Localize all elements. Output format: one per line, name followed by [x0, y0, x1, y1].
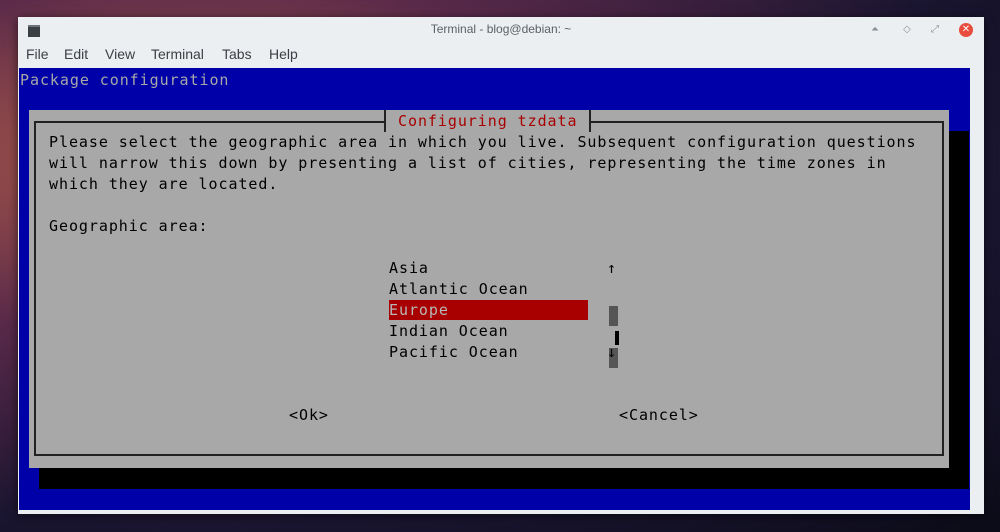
minimize-icon[interactable]: ⏶: [868, 23, 882, 37]
cancel-button[interactable]: <Cancel>: [619, 405, 699, 425]
close-icon[interactable]: ✕: [959, 23, 973, 37]
option-indian-ocean[interactable]: Indian Ocean: [389, 321, 509, 341]
description-line-3: which they are located.: [49, 175, 279, 193]
maximize-icon[interactable]: ◇: [900, 23, 914, 37]
option-atlantic-ocean[interactable]: Atlantic Ocean: [389, 279, 529, 299]
menu-bar: File Edit View Terminal Tabs Help: [18, 43, 984, 67]
description-line-2: will narrow this down by presenting a li…: [49, 154, 887, 172]
geographic-area-label: Geographic area:: [49, 217, 209, 235]
menu-edit[interactable]: Edit: [64, 46, 88, 62]
option-pacific-ocean[interactable]: Pacific Ocean: [389, 342, 519, 362]
title-bar[interactable]: Terminal - blog@debian: ~ ⏶ ◇ ⤢ ✕: [18, 17, 984, 43]
package-config-header: Package configuration: [20, 71, 230, 89]
scroll-up-arrow-icon[interactable]: ↑: [607, 258, 617, 278]
menu-terminal[interactable]: Terminal: [151, 46, 204, 62]
menu-file[interactable]: File: [26, 46, 49, 62]
terminal-window: Terminal - blog@debian: ~ ⏶ ◇ ⤢ ✕ File E…: [18, 17, 984, 514]
menu-view[interactable]: View: [105, 46, 135, 62]
tzdata-dialog: Configuring tzdata Please select the geo…: [29, 110, 949, 468]
dialog-title: Configuring tzdata: [384, 110, 592, 132]
description-line-1: Please select the geographic area in whi…: [49, 133, 917, 151]
scrollbar-track-upper: [609, 306, 618, 326]
option-europe-selected[interactable]: Europe: [389, 300, 588, 320]
dialog-shadow: [949, 131, 969, 489]
terminal-area[interactable]: Package configuration Configuring tzdata…: [19, 68, 970, 510]
ok-button[interactable]: <Ok>: [289, 405, 329, 425]
dialog-shadow-bottom: [39, 468, 969, 489]
option-asia[interactable]: Asia: [389, 258, 429, 278]
menu-help[interactable]: Help: [269, 46, 298, 62]
scroll-down-arrow-icon[interactable]: ↓: [607, 342, 617, 362]
menu-tabs[interactable]: Tabs: [222, 46, 252, 62]
window-title: Terminal - blog@debian: ~: [430, 22, 572, 36]
restore-icon[interactable]: ⤢: [928, 23, 942, 37]
